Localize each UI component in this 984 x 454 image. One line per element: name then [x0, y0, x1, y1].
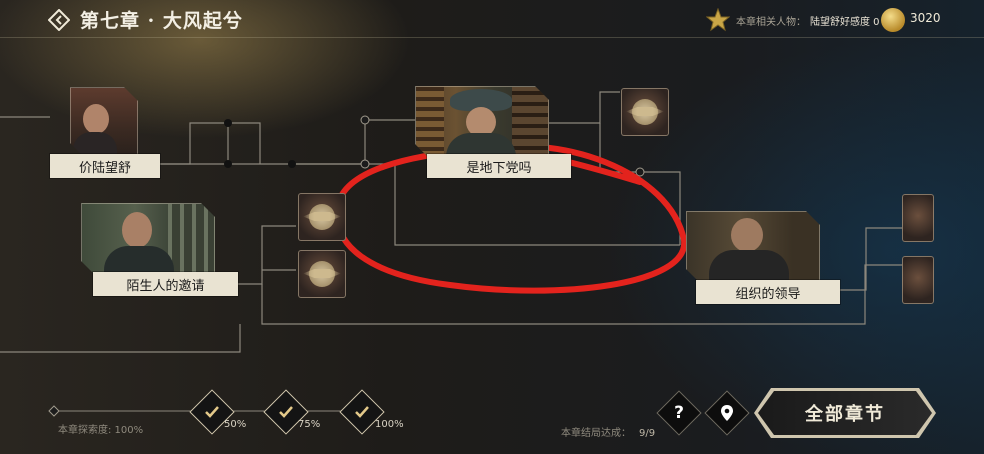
all-chapters-label: 全部章节: [805, 404, 885, 425]
map-pin-icon: [712, 398, 742, 428]
exploration-progress: 本章探索度: 100%: [58, 425, 144, 436]
endings-achieved: 本章结局达成： 9/9: [561, 424, 655, 439]
all-chapters-button[interactable]: 全部章节: [758, 391, 932, 435]
endings-label: 本章结局达成：: [561, 428, 631, 439]
checkmark-icon: [279, 406, 293, 418]
help-question-icon: ?: [674, 403, 684, 423]
milestone-50-label: 50%: [224, 419, 247, 430]
checkmark-icon: [355, 406, 369, 418]
checkmark-icon: [205, 406, 219, 418]
milestone-75-label: 75%: [298, 419, 321, 430]
endings-count: 9/9: [639, 428, 656, 439]
milestone-100-label: 100%: [375, 419, 404, 430]
progress-track: [48, 405, 380, 417]
